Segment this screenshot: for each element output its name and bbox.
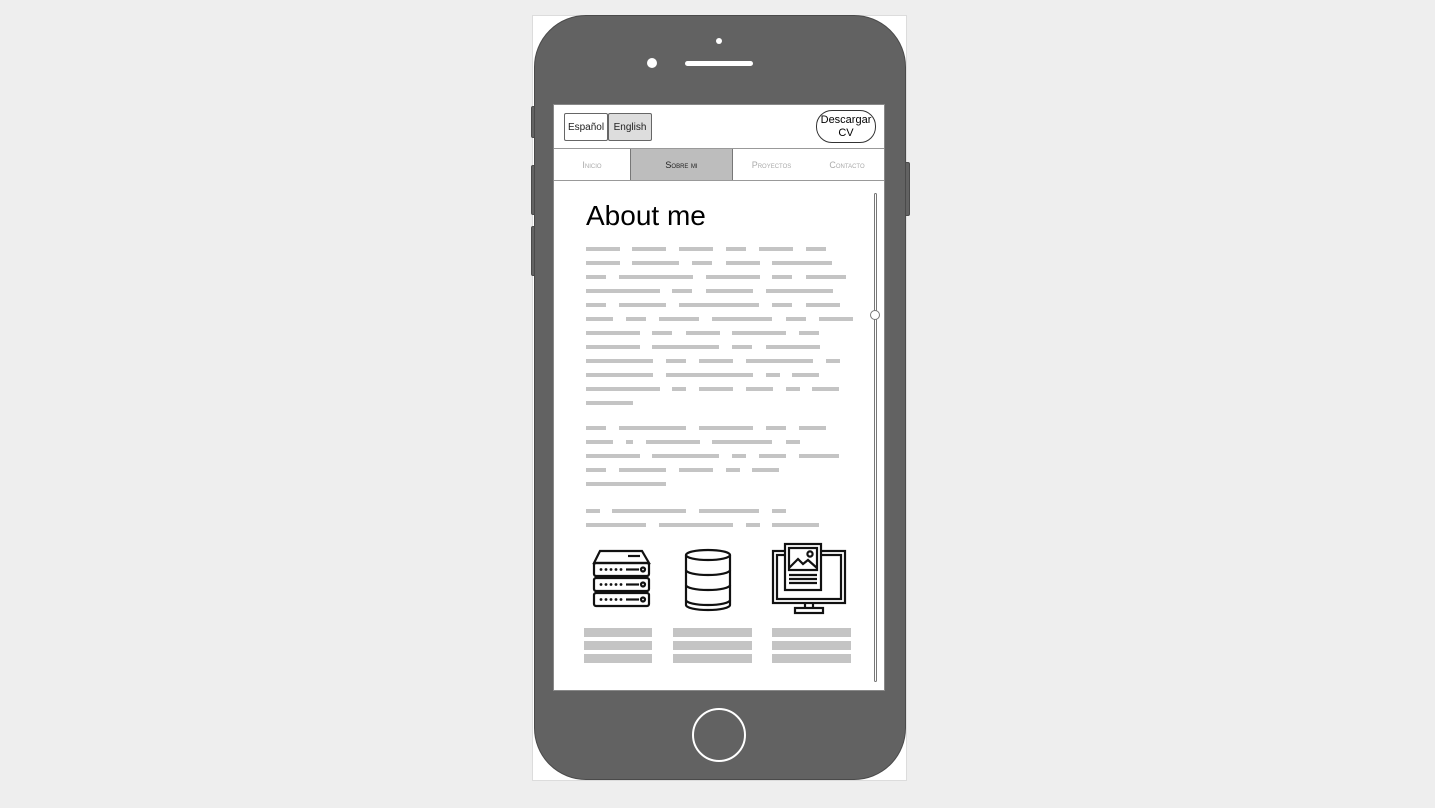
monitor-image-icon	[771, 542, 847, 615]
server-rack-icon	[592, 549, 651, 608]
home-button[interactable]	[692, 708, 746, 762]
scrollbar-thumb[interactable]	[870, 310, 880, 320]
phone-screen: Español English Descargar CV Inicio Sobr…	[553, 104, 885, 691]
database-caption-placeholder	[673, 628, 752, 667]
language-spanish-button[interactable]: Español	[564, 113, 608, 141]
placeholder-paragraph-1	[586, 247, 856, 415]
front-camera	[647, 58, 657, 68]
nav-tabs: Inicio Sobre mi Proyectos Contacto	[554, 148, 884, 181]
front-sensor	[716, 38, 722, 44]
earpiece-speaker	[685, 61, 753, 66]
tab-contacto[interactable]: Contacto	[810, 149, 884, 180]
tab-sobre-mi[interactable]: Sobre mi	[630, 149, 733, 180]
tab-proyectos[interactable]: Proyectos	[733, 149, 810, 180]
placeholder-paragraph-2	[586, 426, 856, 496]
scrollbar-track[interactable]	[874, 193, 877, 682]
database-icon	[684, 548, 732, 612]
monitor-caption-placeholder	[772, 628, 851, 667]
language-switcher: Español English	[564, 113, 652, 141]
server-caption-placeholder	[584, 628, 652, 667]
placeholder-paragraph-3	[586, 509, 856, 537]
tab-inicio[interactable]: Inicio	[554, 149, 630, 180]
download-cv-label-line2: CV	[838, 126, 854, 139]
page-title: About me	[586, 200, 706, 231]
download-cv-label-line1: Descargar	[820, 113, 872, 126]
download-cv-button[interactable]: Descargar CV	[816, 110, 876, 143]
language-english-button[interactable]: English	[608, 113, 652, 141]
